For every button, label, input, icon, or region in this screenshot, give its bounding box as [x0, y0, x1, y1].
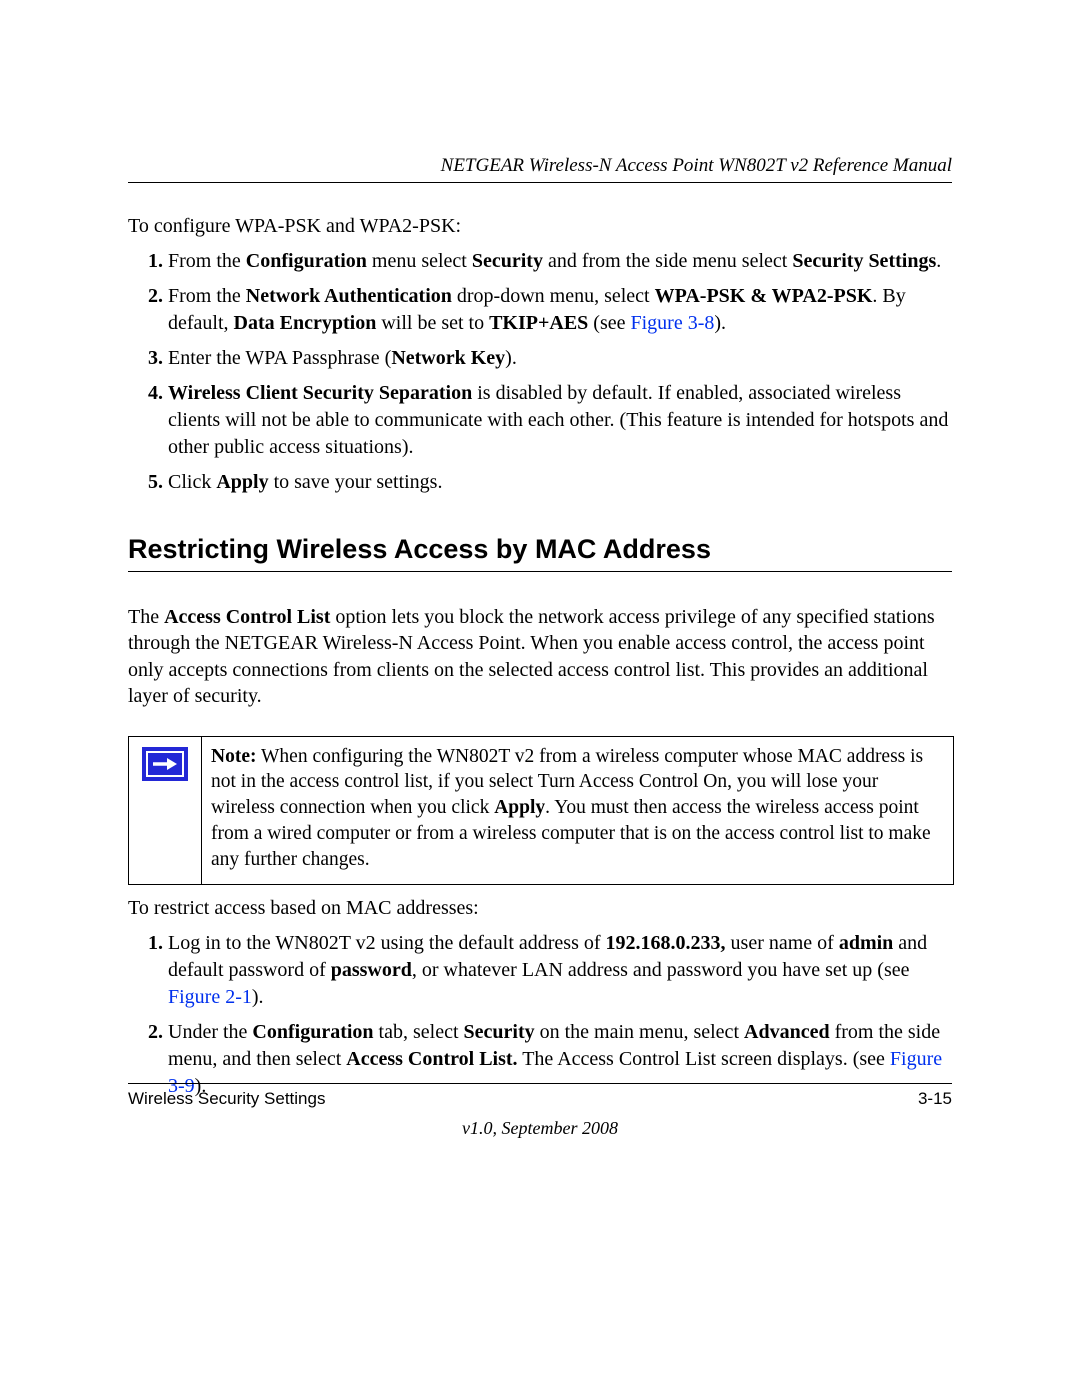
section-paragraph: The Access Control List option lets you … [128, 604, 952, 710]
page-footer: Wireless Security Settings 3-15 [128, 1083, 952, 1109]
figure-2-1-link[interactable]: Figure 2-1 [168, 986, 252, 1008]
figure-3-8-link[interactable]: Figure 3-8 [631, 312, 715, 334]
arrow-right-icon [142, 747, 188, 781]
running-header: NETGEAR Wireless-N Access Point WN802T v… [128, 155, 952, 183]
document-page: NETGEAR Wireless-N Access Point WN802T v… [0, 0, 1080, 1397]
section-heading: Restricting Wireless Access by MAC Addre… [128, 534, 952, 572]
intro-text-2: To restrict access based on MAC addresse… [128, 895, 952, 922]
restrict-steps-list: Log in to the WN802T v2 using the defaul… [128, 930, 952, 1100]
step-4: Wireless Client Security Separation is d… [168, 380, 952, 461]
restrict-step-1: Log in to the WN802T v2 using the defaul… [168, 930, 952, 1011]
configure-steps-list: From the Configuration menu select Secur… [128, 248, 952, 496]
intro-text-1: To configure WPA-PSK and WPA2-PSK: [128, 213, 952, 240]
note-text: Note: When configuring the WN802T v2 fro… [202, 737, 954, 885]
page-number: 3-15 [918, 1089, 952, 1109]
step-2: From the Network Authentication drop-dow… [168, 283, 952, 337]
note-box: Note: When configuring the WN802T v2 fro… [128, 736, 954, 886]
version-line: v1.0, September 2008 [0, 1118, 1080, 1139]
step-3: Enter the WPA Passphrase (Network Key). [168, 345, 952, 372]
step-5: Click Apply to save your settings. [168, 469, 952, 496]
footer-section-title: Wireless Security Settings [128, 1089, 325, 1109]
step-1: From the Configuration menu select Secur… [168, 248, 952, 275]
